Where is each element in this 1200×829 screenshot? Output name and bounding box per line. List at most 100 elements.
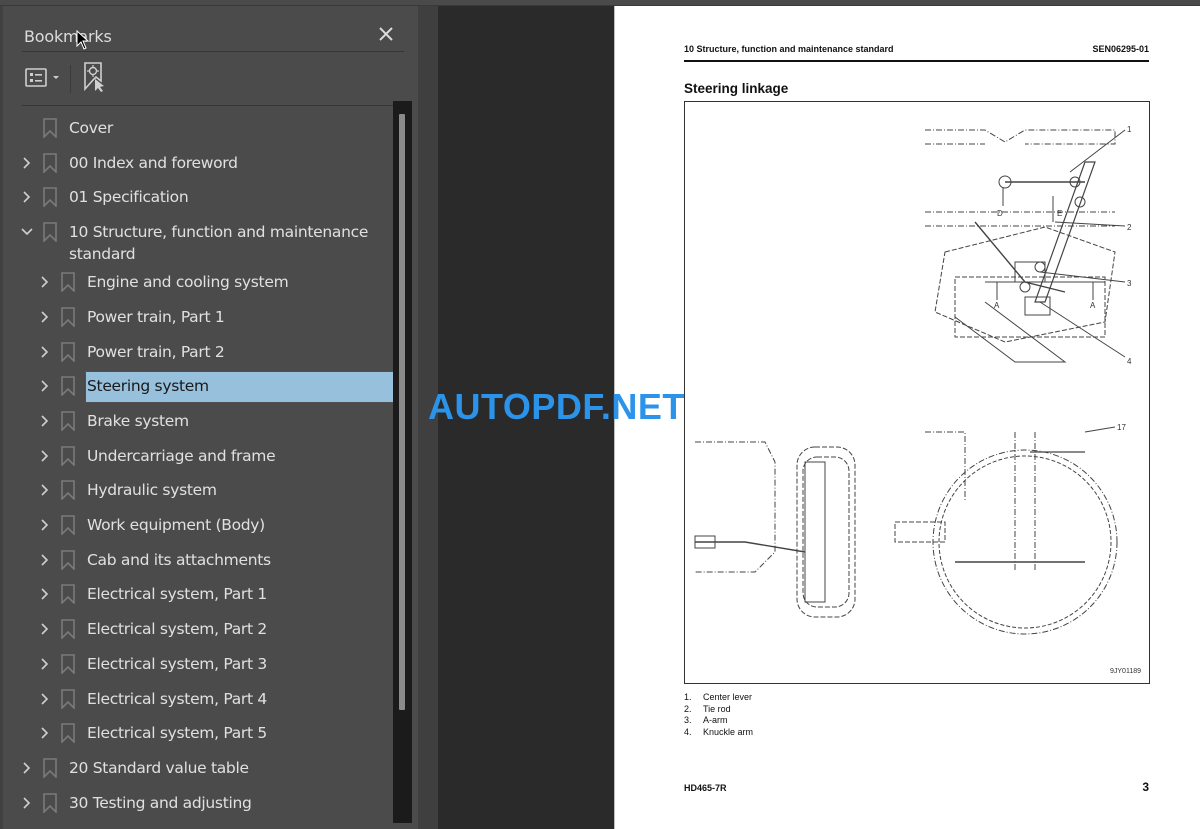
- add-bookmark-icon: [84, 62, 104, 92]
- bookmark-label: Hydraulic system: [87, 481, 217, 500]
- bookmark-item[interactable]: Engine and cooling system: [3, 267, 398, 302]
- chevron-right-icon[interactable]: [39, 518, 51, 532]
- bookmark-item[interactable]: 30 Testing and adjusting: [3, 788, 398, 823]
- scrollbar-thumb[interactable]: [399, 114, 405, 710]
- panel-title: Bookmarks: [24, 27, 112, 46]
- bookmark-label: Electrical system, Part 2: [87, 620, 267, 639]
- chevron-right-icon[interactable]: [39, 275, 51, 289]
- bookmark-item[interactable]: Electrical system, Part 2: [3, 614, 398, 649]
- bookmark-label: Electrical system, Part 3: [87, 654, 267, 673]
- bookmark-label: Cab and its attachments: [87, 550, 271, 569]
- bookmark-item[interactable]: 00 Index and foreword: [3, 148, 398, 183]
- bookmark-icon: [61, 723, 75, 744]
- chevron-right-icon[interactable]: [39, 414, 51, 428]
- bookmarks-panel: Bookmarks Cover 00 Index and foreword 01…: [0, 6, 418, 829]
- bookmark-item[interactable]: Electrical system, Part 3: [3, 649, 398, 684]
- bookmark-item[interactable]: Power train, Part 1: [3, 302, 398, 337]
- figure-legend: 1. Center lever 2. Tie rod 3. A-arm 4. Knuck…: [684, 692, 753, 738]
- bookmark-tree-scrollbar[interactable]: [393, 101, 412, 823]
- chevron-right-icon[interactable]: [39, 622, 51, 636]
- bookmark-icon: [61, 688, 75, 709]
- chevron-right-icon[interactable]: [39, 483, 51, 497]
- chevron-right-icon[interactable]: [39, 692, 51, 706]
- bookmark-label: Electrical system, Part 5: [87, 724, 267, 743]
- bookmark-icon: [43, 118, 57, 138]
- list-options-icon: [25, 68, 59, 87]
- bookmark-icon: [61, 515, 75, 535]
- bookmark-item[interactable]: 01 Specification: [3, 182, 398, 217]
- header-rule: [684, 60, 1149, 62]
- bookmark-icon: [61, 411, 75, 431]
- chevron-right-icon[interactable]: [39, 587, 51, 601]
- chevron-right-icon[interactable]: [39, 449, 51, 463]
- bookmark-item[interactable]: Undercarriage and frame: [3, 441, 398, 476]
- chevron-right-icon[interactable]: [39, 657, 51, 671]
- bookmark-label: Engine and cooling system: [87, 273, 289, 292]
- page-header-doc-id: SEN06295-01: [1092, 44, 1149, 54]
- bookmark-icon: [61, 653, 75, 674]
- bookmark-icon: [43, 152, 57, 173]
- bookmark-item[interactable]: Electrical system, Part 1: [3, 579, 398, 614]
- chevron-right-icon[interactable]: [21, 156, 33, 170]
- bookmark-label: Work equipment (Body): [87, 516, 265, 534]
- figure-code: 9JY01189: [1109, 668, 1141, 675]
- bookmark-item[interactable]: Power train, Part 2: [3, 337, 398, 372]
- chevron-right-icon[interactable]: [21, 761, 33, 775]
- callout-17: 17: [1117, 423, 1126, 432]
- chevron-right-icon[interactable]: [21, 796, 33, 810]
- legend-text: Tie rod: [703, 703, 731, 714]
- steering-linkage-figure: 1 2 3 4 17 A A D E 9JY01189: [684, 101, 1150, 684]
- bookmark-label-continued: standard: [69, 245, 136, 264]
- bookmark-item[interactable]: Electrical system, Part 4: [3, 684, 398, 719]
- bookmark-label: Power train, Part 1: [87, 307, 225, 326]
- bookmark-icon: [61, 584, 75, 605]
- chevron-right-icon[interactable]: [39, 553, 51, 567]
- callout-3: 3: [1127, 279, 1132, 288]
- callout-1: 1: [1127, 125, 1132, 134]
- chevron-right-icon[interactable]: [39, 726, 51, 740]
- bookmark-label: 10 Structure, function and maintenance: [69, 223, 369, 242]
- bookmark-item[interactable]: Cab and its attachments: [3, 545, 398, 580]
- bookmark-item[interactable]: Steering system: [3, 371, 398, 406]
- bookmark-item[interactable]: Cover: [3, 113, 398, 148]
- bookmark-item[interactable]: Work equipment (Body): [3, 510, 398, 545]
- mouse-cursor-icon: [76, 30, 90, 50]
- legend-number: 1.: [684, 692, 692, 702]
- options-menu-button[interactable]: [24, 65, 64, 91]
- bookmark-item[interactable]: 20 Standard value table: [3, 753, 398, 788]
- bookmark-item[interactable]: Electrical system, Part 5: [3, 718, 398, 753]
- bookmark-label: 00 Index and foreword: [69, 153, 238, 172]
- view-label-e: E: [1057, 209, 1062, 218]
- bookmark-icon: [61, 480, 75, 501]
- bookmark-item[interactable]: 10 Structure, function and maintenance st…: [3, 217, 398, 267]
- chevron-right-icon[interactable]: [39, 310, 51, 324]
- page-number: 3: [1142, 780, 1149, 794]
- legend-text: Knuckle arm: [703, 726, 754, 737]
- toolbar-divider: [70, 65, 71, 93]
- bookmark-icon: [61, 341, 75, 362]
- bookmark-icon: [43, 222, 57, 243]
- chevron-down-icon[interactable]: [21, 225, 33, 239]
- chevron-right-icon[interactable]: [39, 345, 51, 359]
- legend-text: Center lever: [703, 692, 753, 702]
- legend-text: A-arm: [703, 715, 728, 725]
- bookmarks-toolbar: [22, 53, 404, 106]
- chevron-right-icon[interactable]: [21, 190, 33, 204]
- chevron-right-icon[interactable]: [39, 379, 51, 393]
- add-bookmark-button[interactable]: [82, 61, 108, 93]
- page-footer-model: HD465-7R: [684, 783, 727, 793]
- bookmark-icon: [61, 549, 75, 570]
- bookmark-label: Undercarriage and frame: [87, 446, 276, 465]
- bookmark-item[interactable]: Brake system: [3, 406, 398, 441]
- bookmark-label: 30 Testing and adjusting: [69, 793, 252, 812]
- legend-number: 2.: [684, 703, 692, 714]
- bookmark-icon: [61, 306, 75, 327]
- bookmark-item[interactable]: Hydraulic system: [3, 475, 398, 510]
- view-label-a: A: [994, 301, 1000, 310]
- close-panel-button[interactable]: [376, 24, 396, 44]
- callout-2: 2: [1127, 223, 1132, 232]
- bookmark-label: Cover: [69, 119, 113, 137]
- bookmark-icon: [61, 272, 75, 293]
- bookmark-icon: [61, 376, 75, 397]
- section-title: Steering linkage: [684, 81, 789, 96]
